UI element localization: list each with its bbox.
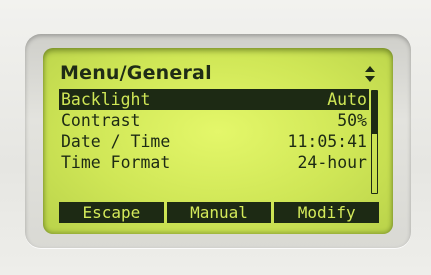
menu-item-date-time[interactable]: Date / Time 11:05:41 [59,131,369,152]
softkey-bar: Escape Manual Modify [59,202,380,223]
menu-item-label: Backlight [61,90,151,109]
escape-softkey[interactable]: Escape [59,202,164,223]
device-panel: Menu/General Backlight Auto Contrast 50%… [0,0,431,275]
lcd-content: Menu/General Backlight Auto Contrast 50%… [59,62,380,223]
screen-title: Menu/General [60,62,212,84]
menu-item-value: 11:05:41 [287,132,367,151]
menu-item-label: Contrast [61,111,141,130]
modify-softkey[interactable]: Modify [274,202,380,223]
manual-softkey[interactable]: Manual [166,202,272,223]
menu-list: Backlight Auto Contrast 50% Date / Time … [59,89,369,173]
menu-item-time-format[interactable]: Time Format 24-hour [59,152,369,173]
title-row: Menu/General [59,62,379,86]
menu-item-value: 24-hour [297,153,367,172]
menu-item-contrast[interactable]: Contrast 50% [59,110,369,131]
menu-item-value: Auto [327,90,367,109]
menu-item-backlight[interactable]: Backlight Auto [59,89,369,110]
scrollbar[interactable] [371,90,378,194]
lcd-screen: Menu/General Backlight Auto Contrast 50%… [43,48,393,234]
menu-item-label: Time Format [61,153,171,172]
menu-item-label: Date / Time [61,132,171,151]
menu-item-value: 50% [337,111,367,130]
scrollbar-thumb[interactable] [372,91,377,134]
up-down-arrows-icon [365,66,375,82]
